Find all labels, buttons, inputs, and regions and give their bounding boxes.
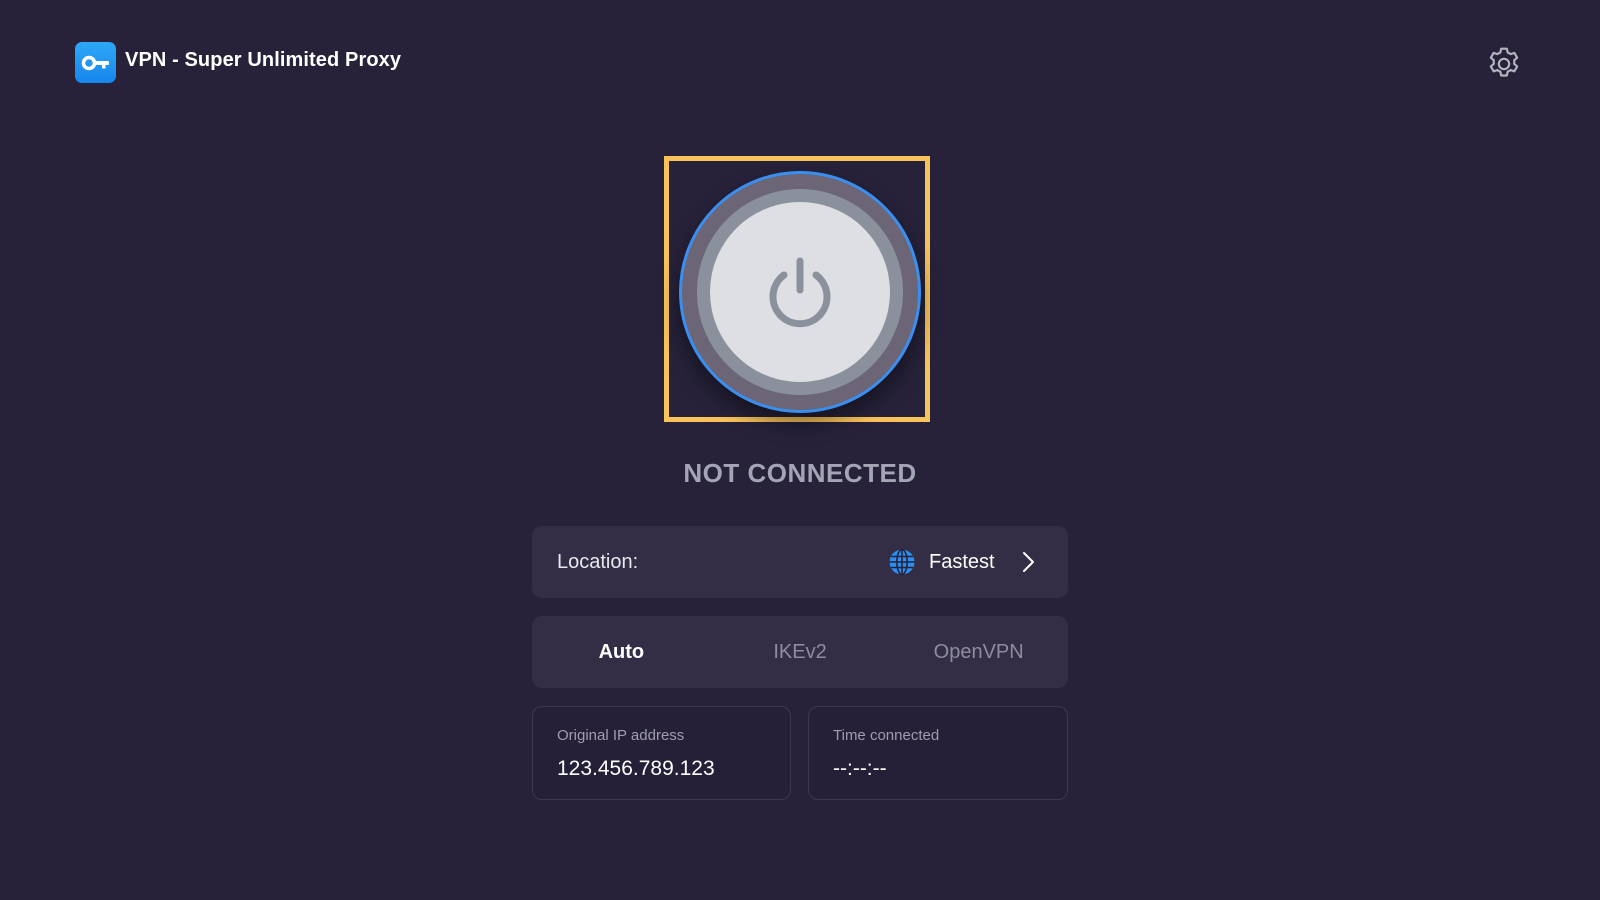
- location-label: Location:: [557, 551, 639, 573]
- power-icon: [769, 257, 831, 328]
- location-value: Fastest: [929, 551, 995, 573]
- original-ip-value: 123.456.789.123: [557, 757, 715, 780]
- location-selector[interactable]: Location: Fastest: [532, 526, 1068, 598]
- time-connected-value: --:--:--: [833, 757, 887, 780]
- app-title: VPN - Super Unlimited Proxy: [125, 49, 402, 71]
- power-button-ring: [697, 189, 903, 395]
- globe-icon: [889, 548, 915, 576]
- original-ip-label: Original IP address: [557, 727, 685, 744]
- connection-status: NOT CONNECTED: [683, 458, 917, 488]
- power-button-face: [710, 202, 890, 382]
- original-ip-card: Original IP address 123.456.789.123: [532, 706, 791, 800]
- protocol-selector: Auto IKEv2 OpenVPN: [532, 616, 1068, 688]
- chevron-right-icon: [1023, 552, 1034, 572]
- power-button[interactable]: [679, 171, 921, 413]
- key-icon: [75, 42, 116, 83]
- settings-button[interactable]: [1482, 42, 1526, 86]
- time-connected-label: Time connected: [833, 727, 940, 744]
- gear-icon: [1489, 47, 1519, 77]
- protocol-tab-openvpn[interactable]: OpenVPN: [889, 616, 1068, 688]
- time-connected-card: Time connected --:--:--: [808, 706, 1068, 800]
- app-header: VPN - Super Unlimited Proxy: [0, 0, 1600, 125]
- protocol-tab-auto[interactable]: Auto: [532, 616, 711, 688]
- protocol-tab-ikev2[interactable]: IKEv2: [711, 616, 890, 688]
